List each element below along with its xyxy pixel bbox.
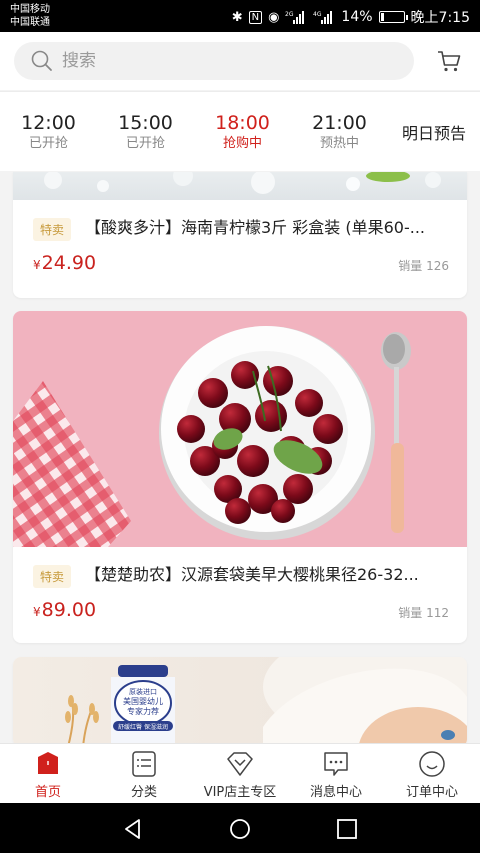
tab-time: 21:00: [312, 111, 367, 134]
recent-apps-icon[interactable]: [336, 818, 358, 840]
product-image-baby[interactable]: 原装进口 美国婴幼儿 专家力荐 舒缓红臀 保湿滋润: [13, 657, 467, 747]
status-icons: ✱ N ◉ 2G 4G 14% 晚上7:15: [232, 7, 470, 27]
product-image-cherry[interactable]: [13, 311, 467, 547]
home-icon: [38, 752, 58, 774]
tab-tomorrow-preview[interactable]: 明日预告: [388, 120, 480, 144]
product-card-lemon[interactable]: 特卖 【酸爽多汁】海南青柠檬3斤 彩盒装 (单果60-... ¥24.90 销量…: [13, 172, 467, 298]
milk-label-line3: 专家力荐: [127, 706, 159, 716]
battery-icon: [378, 11, 408, 23]
carrier-1: 中国移动: [10, 4, 50, 15]
search-bar[interactable]: [14, 42, 414, 80]
product-info: 特卖 【酸爽多汁】海南青柠檬3斤 彩盒装 (单果60-... ¥24.90 销量…: [13, 200, 467, 298]
nav-label: 分类: [130, 785, 157, 800]
search-header: [0, 32, 480, 90]
sales-count: 销量 112: [398, 606, 449, 620]
nav-category[interactable]: 分类: [96, 744, 192, 803]
cart-icon[interactable]: [436, 48, 462, 74]
message-icon: [324, 752, 348, 776]
milk-label-line4: 舒缓红臀 保湿滋润: [118, 723, 168, 731]
back-icon[interactable]: [122, 818, 144, 840]
nav-label: 首页: [34, 785, 61, 800]
product-image-lemon[interactable]: [13, 172, 467, 200]
product-title[interactable]: 【楚楚助农】汉源套袋美早大樱桃果径26-32...: [85, 561, 450, 585]
nav-messages[interactable]: 消息中心: [288, 744, 384, 803]
tab-state: 已开抢: [28, 135, 68, 151]
search-icon: [31, 50, 52, 71]
search-input[interactable]: [62, 51, 362, 71]
product-card-cherry[interactable]: 特卖 【楚楚助农】汉源套袋美早大樱桃果径26-32... ¥89.00 销量 1…: [13, 311, 467, 643]
currency-symbol: ¥: [33, 258, 41, 272]
carrier-info: 中国移动 中国联通: [10, 3, 50, 29]
milk-label-line2: 美国婴幼儿: [123, 696, 163, 706]
price-value: 89.00: [41, 599, 97, 621]
nav-vip[interactable]: VIP店主专区: [192, 744, 288, 803]
clock: 晚上7:15: [410, 10, 470, 26]
product-price: ¥89.00: [33, 599, 96, 621]
battery-percent: 14%: [341, 9, 373, 25]
network-label-2: 4G: [313, 11, 322, 18]
carrier-2: 中国联通: [10, 17, 50, 28]
bottom-navigation: 首页 分类 VIP店主专区 消息中心 订单中心: [0, 743, 480, 803]
baby-image-graphic: 原装进口 美国婴幼儿 专家力荐 舒缓红臀 保湿滋润: [65, 657, 467, 747]
home-circle-icon[interactable]: [229, 818, 251, 840]
nav-orders[interactable]: 订单中心: [384, 744, 480, 803]
system-navigation-bar: [0, 803, 480, 853]
smile-icon: [419, 751, 445, 777]
product-price: ¥24.90: [33, 252, 96, 274]
signal-icon-1: 2G: [285, 11, 305, 24]
diamond-icon: [227, 752, 253, 776]
product-card-baby[interactable]: 原装进口 美国婴幼儿 专家力荐 舒缓红臀 保湿滋润: [13, 657, 467, 747]
signal-icon-2: 4G: [313, 11, 333, 24]
eye-icon: ◉: [268, 9, 280, 25]
tab-2100[interactable]: 21:00 预热中: [291, 111, 388, 153]
tab-1200[interactable]: 12:00 已开抢: [0, 111, 97, 153]
bluetooth-icon: ✱: [231, 9, 243, 25]
status-bar: 中国移动 中国联通 ✱ N ◉ 2G 4G 14% 晚上7:15: [0, 0, 480, 32]
nav-label: 订单中心: [405, 785, 458, 800]
nav-home[interactable]: 首页: [0, 744, 96, 803]
special-sale-badge: 特卖: [33, 218, 72, 241]
tab-state: 已开抢: [125, 135, 165, 151]
special-sale-badge: 特卖: [33, 565, 72, 588]
list-icon: [132, 751, 156, 777]
milk-label-line1: 原装进口: [129, 687, 157, 696]
network-label-1: 2G: [285, 11, 294, 18]
cherry-image-graphic: [13, 326, 411, 547]
nav-label: VIP店主专区: [203, 785, 277, 800]
tab-state: 预热中: [319, 135, 359, 151]
price-value: 24.90: [41, 252, 97, 274]
flash-sale-tabs: 12:00 已开抢 15:00 已开抢 18:00 抢购中 21:00 预热中 …: [0, 91, 480, 171]
tab-1500[interactable]: 15:00 已开抢: [97, 111, 194, 153]
nav-label: 消息中心: [309, 785, 362, 800]
tab-1800[interactable]: 18:00 抢购中: [194, 111, 291, 153]
product-title[interactable]: 【酸爽多汁】海南青柠檬3斤 彩盒装 (单果60-...: [85, 214, 450, 238]
tab-state: 抢购中: [222, 135, 262, 151]
tab-time: 12:00: [21, 111, 76, 134]
tab-time: 18:00: [215, 111, 270, 134]
tab-time: 15:00: [118, 111, 173, 134]
nfc-icon: N: [248, 10, 263, 24]
product-info: 特卖 【楚楚助农】汉源套袋美早大樱桃果径26-32... ¥89.00 销量 1…: [13, 547, 467, 643]
sales-count: 销量 126: [398, 259, 449, 273]
currency-symbol: ¥: [33, 605, 41, 619]
lemon-image-graphic: [44, 172, 441, 194]
battery-fill: [380, 13, 384, 21]
